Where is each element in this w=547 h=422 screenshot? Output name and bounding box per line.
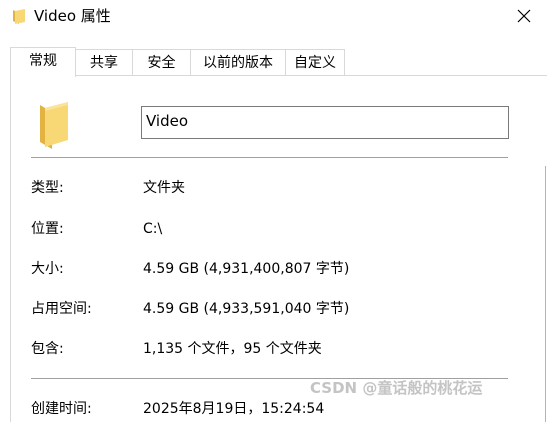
size-value: 4.59 GB (4,931,400,807 字节): [143, 261, 350, 277]
size-on-disk-value: 4.59 GB (4,933,591,040 字节): [143, 301, 350, 317]
type-value: 文件夹: [143, 180, 185, 196]
properties-window: Video 属性 常规 共享 安全 以前的版本 自定义 类型: 文件夹 位置: …: [0, 0, 547, 422]
folder-icon: [12, 8, 26, 25]
tab-previous-versions[interactable]: 以前的版本: [190, 49, 286, 75]
watermark: CSDN @童话般的桃花运: [310, 379, 483, 397]
close-button[interactable]: [501, 0, 547, 34]
size-on-disk-label: 占用空间:: [31, 301, 92, 317]
tab-sharing[interactable]: 共享: [75, 49, 133, 75]
divider: [31, 157, 508, 158]
size-label: 大小:: [31, 261, 64, 277]
contains-value: 1,135 个文件，95 个文件夹: [143, 341, 322, 357]
folder-icon: [38, 99, 70, 151]
location-value: C:\: [143, 221, 163, 237]
tab-strip: 常规 共享 安全 以前的版本 自定义: [10, 47, 547, 77]
tab-general[interactable]: 常规: [10, 47, 76, 77]
contains-label: 包含:: [31, 341, 64, 357]
folder-name-input[interactable]: [141, 106, 509, 139]
location-label: 位置:: [31, 221, 64, 237]
created-label: 创建时间:: [31, 401, 92, 417]
type-label: 类型:: [31, 180, 64, 196]
close-icon: [517, 8, 531, 27]
created-value: 2025年8月19日，15:24:54: [143, 401, 325, 417]
window-title: Video 属性: [34, 7, 111, 25]
scrollbar-edge: [545, 166, 546, 422]
tab-customize[interactable]: 自定义: [285, 49, 345, 75]
tab-security[interactable]: 安全: [132, 49, 191, 75]
title-bar: Video 属性: [0, 0, 547, 34]
